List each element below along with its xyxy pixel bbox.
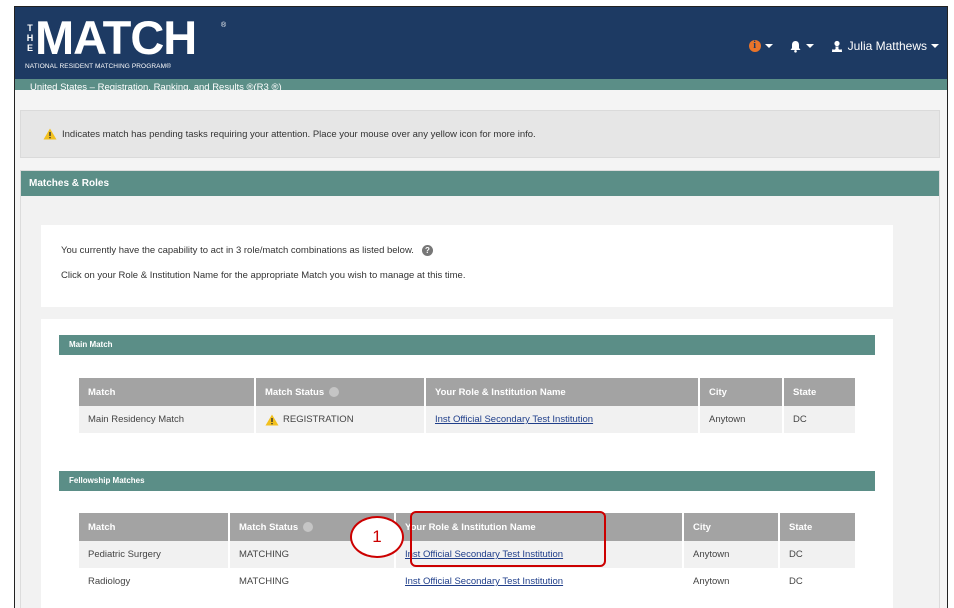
warning-icon[interactable] [265,414,279,426]
user-group-icon [830,40,844,53]
main-match-header: Main Match [59,335,875,355]
intro-line-2: Click on your Role & Institution Name fo… [61,270,466,281]
main-match-table: Match Match Status Your Role & Instituti… [79,378,855,433]
logo-reg: ® [221,22,227,29]
warning-icon [43,128,57,143]
match-status: REGISTRATION [255,406,426,433]
state: DC [783,406,855,433]
help-icon[interactable] [329,386,340,397]
logo-match: MATCH [35,11,197,64]
role-cell: Inst Official Secondary Test Institution [395,568,684,595]
table-row: Radiology MATCHING Inst Official Seconda… [79,568,855,595]
col-match: Match [79,513,230,541]
match-name: Main Residency Match [79,406,256,433]
user-menu[interactable]: Julia Matthews [830,39,939,53]
state: DC [779,568,855,595]
col-state: State [779,513,855,541]
top-nav: i Julia Matthews [739,38,939,54]
info-icon: i [748,40,761,52]
fellowship-matches-header: Fellowship Matches [59,471,875,491]
col-match: Match [79,378,256,406]
table-row: Main Residency Match REGISTRATION Inst O… [79,406,855,433]
nrmp-logo[interactable]: THE MATCH ® NATIONAL RESIDENT MATCHING P… [25,11,227,72]
logo-the: THE [26,23,34,53]
status-text: REGISTRATION [283,414,354,425]
user-name: Julia Matthews [847,39,927,53]
callout-highlight-box [410,511,606,567]
info-menu[interactable]: i [748,40,773,52]
alert-text: Indicates match has pending tasks requir… [62,129,536,140]
panel-title: Matches & Roles [21,171,939,196]
state: DC [779,541,855,568]
help-icon[interactable] [303,521,314,532]
intro-line-1: You currently have the capability to act… [61,245,433,256]
chevron-down-icon [931,44,939,48]
city: Anytown [699,406,784,433]
col-city: City [683,513,780,541]
match-name: Radiology [79,568,230,595]
chevron-down-icon [764,44,773,48]
role-institution-link[interactable]: Inst Official Secondary Test Institution [405,576,563,587]
intro-box: You currently have the capability to act… [41,225,893,307]
role-cell: Inst Official Secondary Test Institution [425,406,700,433]
city: Anytown [683,568,780,595]
col-match-status: Match Status [255,378,426,406]
bell-icon [789,40,802,53]
callout-number-badge: 1 [350,516,404,558]
help-icon[interactable]: ? [421,245,433,256]
col-role-institution: Your Role & Institution Name [425,378,700,406]
intro-text-1: You currently have the capability to act… [61,245,414,256]
col-city: City [699,378,784,406]
city: Anytown [683,541,780,568]
role-institution-link[interactable]: Inst Official Secondary Test Institution [435,414,593,425]
col-state: State [783,378,855,406]
logo-subtitle: NATIONAL RESIDENT MATCHING PROGRAM® [25,63,172,70]
chevron-down-icon [805,44,814,48]
top-header: THE MATCH ® NATIONAL RESIDENT MATCHING P… [15,7,947,79]
match-status: MATCHING [229,568,396,595]
pending-tasks-alert: Indicates match has pending tasks requir… [20,110,940,158]
notifications-menu[interactable] [789,40,814,53]
match-name: Pediatric Surgery [79,541,230,568]
